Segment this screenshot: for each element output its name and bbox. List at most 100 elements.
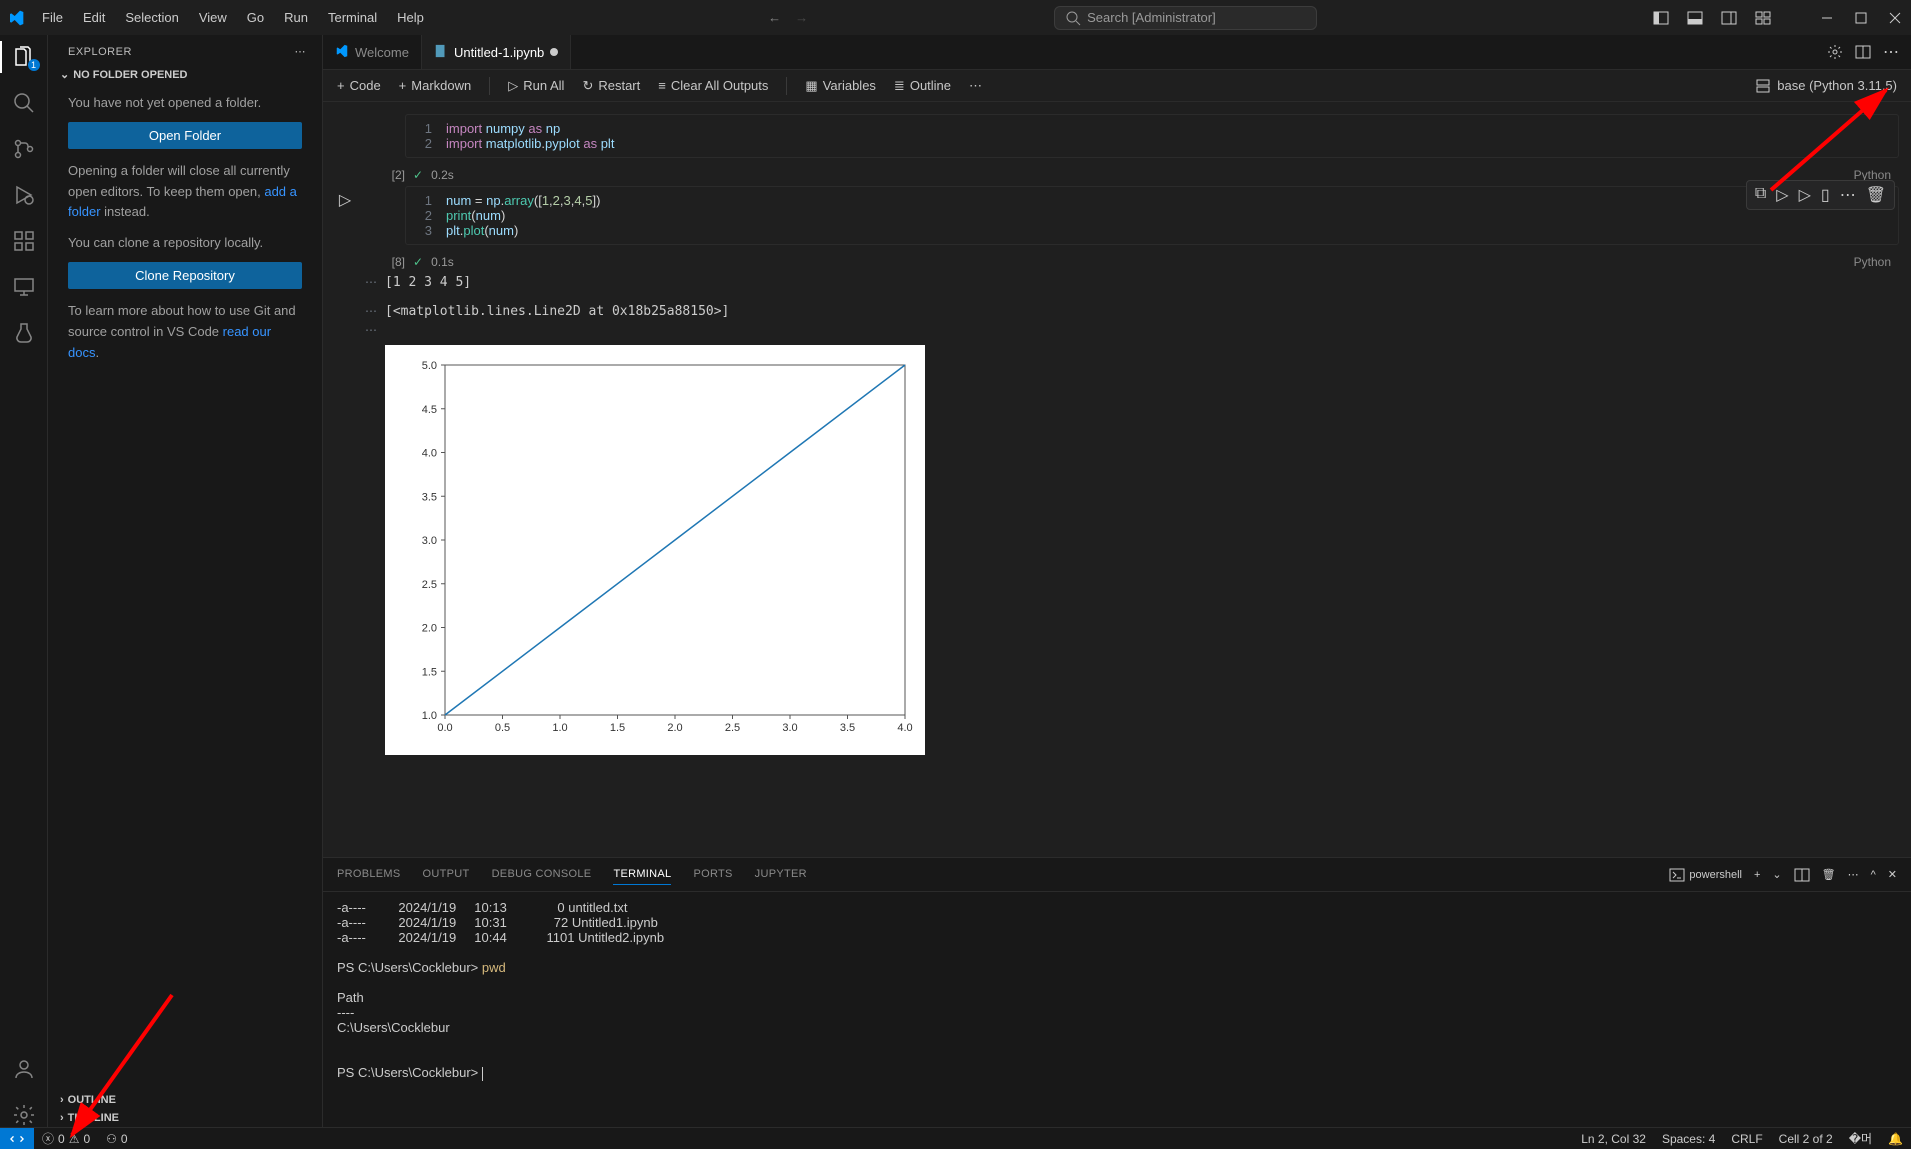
terminal-content[interactable]: -a---- 2024/1/19 10:13 0 untitled.txt-a-… [323,892,1911,1127]
tab-label: Untitled-1.ipynb [454,45,544,60]
menu-file[interactable]: File [34,6,71,29]
svg-text:1.5: 1.5 [422,666,437,678]
outline-section-header[interactable]: ›OUTLINE [48,1091,322,1109]
cursor-position[interactable]: Ln 2, Col 32 [1573,1130,1654,1147]
split-editor-icon[interactable] [1855,44,1871,60]
close-icon[interactable] [1887,10,1903,26]
clone-repository-button[interactable]: Clone Repository [68,262,302,289]
manage-gear-icon[interactable] [12,1103,36,1127]
editor-tabs: Welcome Untitled-1.ipynb ⋯ [323,35,1911,70]
toolbar-more-icon[interactable]: ⋯ [969,78,982,94]
output-text: [<matplotlib.lines.Line2D at 0x18b25a881… [385,304,729,319]
restart-button[interactable]: ↻Restart [582,78,640,94]
svg-text:2.5: 2.5 [422,579,437,591]
exec-time: 0.2s [431,168,454,182]
split-cell-icon[interactable]: ▯ [1821,185,1830,205]
tab-more-icon[interactable]: ⋯ [1883,42,1899,62]
execute-above-icon[interactable]: ▷ [1799,185,1811,205]
nav-back-icon[interactable]: ← [768,10,781,25]
cell-position[interactable]: Cell 2 of 2 [1771,1130,1841,1147]
layout-panel-icon[interactable] [1687,10,1703,26]
panel-tabs: PROBLEMS OUTPUT DEBUG CONSOLE TERMINAL PORTS… [323,858,1911,892]
svg-text:1.5: 1.5 [610,722,625,734]
layout-sidebar-right-icon[interactable] [1721,10,1737,26]
customize-layout-icon[interactable] [1755,10,1771,26]
cell-language[interactable]: Python [1854,255,1911,269]
terminal-profile[interactable]: powershell [1669,867,1742,883]
delete-cell-icon[interactable]: 🗑 [1866,185,1886,205]
panel-more-icon[interactable]: ⋯ [1848,868,1859,881]
run-by-line-icon[interactable]: ⧉ [1755,185,1766,205]
sidebar-section-header[interactable]: ⌄ NO FOLDER OPENED [48,64,322,85]
testing-icon[interactable] [12,321,36,345]
panel-tab-debug-console[interactable]: DEBUG CONSOLE [492,864,592,885]
search-activity-icon[interactable] [12,91,36,115]
learn-message: To learn more about how to use Git and s… [68,301,302,363]
add-code-button[interactable]: +Code [337,78,381,93]
sidebar-more-icon[interactable]: ⋯ [295,45,307,58]
maximize-icon[interactable] [1853,10,1869,26]
menu-go[interactable]: Go [239,6,272,29]
layout-sidebar-left-icon[interactable] [1653,10,1669,26]
feedback-icon[interactable]: �머 [1841,1130,1880,1147]
code-cell[interactable]: 1import numpy as np2import matplotlib.py… [323,114,1911,158]
output-more-icon[interactable]: ⋯ [335,323,385,337]
run-all-button[interactable]: ▷Run All [508,78,564,94]
extensions-icon[interactable] [12,229,36,253]
panel-tab-jupyter[interactable]: JUPYTER [755,864,807,885]
notebook-content: 1import numpy as np2import matplotlib.py… [323,102,1911,857]
close-panel-icon[interactable]: ✕ [1888,868,1897,881]
clear-all-outputs-button[interactable]: ≡Clear All Outputs [658,78,768,93]
remote-explorer-icon[interactable] [12,275,36,299]
panel-tab-problems[interactable]: PROBLEMS [337,864,401,885]
svg-text:1.0: 1.0 [422,710,437,722]
output-more-icon[interactable]: ⋯ [335,304,385,319]
timeline-section-header[interactable]: ›TIMELINE [48,1109,322,1127]
code-cell[interactable]: ▷ 1num = np.array([1,2,3,4,5])2print(num… [323,186,1911,245]
remote-indicator[interactable] [0,1128,34,1149]
output-more-icon[interactable]: ⋯ [335,275,385,290]
svg-text:3.0: 3.0 [782,722,797,734]
run-debug-icon[interactable] [12,183,36,207]
svg-text:4.0: 4.0 [897,722,912,734]
source-control-icon[interactable] [12,137,36,161]
explorer-icon[interactable]: 1 [12,45,36,69]
menu-view[interactable]: View [191,6,235,29]
command-center-search[interactable]: Search [Administrator] [1054,6,1317,30]
terminal-dropdown-icon[interactable]: ⌄ [1772,868,1781,881]
menu-help[interactable]: Help [389,6,432,29]
execute-cell-icon[interactable]: ▷ [1776,185,1788,205]
notebook-toolbar: +Code +Markdown ▷Run All ↻Restart ≡Clear… [323,70,1911,102]
eol-status[interactable]: CRLF [1723,1130,1770,1147]
variables-button[interactable]: ▦Variables [805,78,876,94]
editor-tab[interactable]: Welcome [323,35,422,69]
menu-run[interactable]: Run [276,6,316,29]
nav-forward-icon[interactable]: → [795,10,808,25]
kill-terminal-icon[interactable]: 🗑 [1822,868,1836,881]
cell-more-icon[interactable]: ⋯ [1840,185,1856,205]
outline-button[interactable]: ≣Outline [894,78,951,94]
menu-terminal[interactable]: Terminal [320,6,385,29]
sidebar-title: EXPLORER [68,46,132,58]
notifications-icon[interactable]: 🔔 [1880,1130,1911,1147]
run-cell-icon[interactable]: ▷ [335,186,355,245]
open-folder-button[interactable]: Open Folder [68,122,302,149]
menu-selection[interactable]: Selection [117,6,186,29]
panel-tab-output[interactable]: OUTPUT [423,864,470,885]
menu-edit[interactable]: Edit [75,6,113,29]
svg-text:2.5: 2.5 [725,722,740,734]
ports-status[interactable]: ⚇0 [98,1132,135,1146]
maximize-panel-icon[interactable]: ^ [1871,869,1876,881]
editor-tab[interactable]: Untitled-1.ipynb [422,35,571,69]
add-markdown-button[interactable]: +Markdown [399,78,472,93]
notebook-settings-icon[interactable] [1827,44,1843,60]
panel-tab-terminal[interactable]: TERMINAL [613,864,671,885]
minimize-icon[interactable] [1819,10,1835,26]
kernel-selector[interactable]: base (Python 3.11.5) [1755,78,1897,94]
indentation-status[interactable]: Spaces: 4 [1654,1130,1723,1147]
accounts-icon[interactable] [12,1057,36,1081]
panel-tab-ports[interactable]: PORTS [693,864,732,885]
new-terminal-icon[interactable]: + [1754,869,1760,881]
split-terminal-icon[interactable] [1794,867,1810,883]
problems-status[interactable]: ⓧ0 ⚠0 [34,1130,98,1147]
